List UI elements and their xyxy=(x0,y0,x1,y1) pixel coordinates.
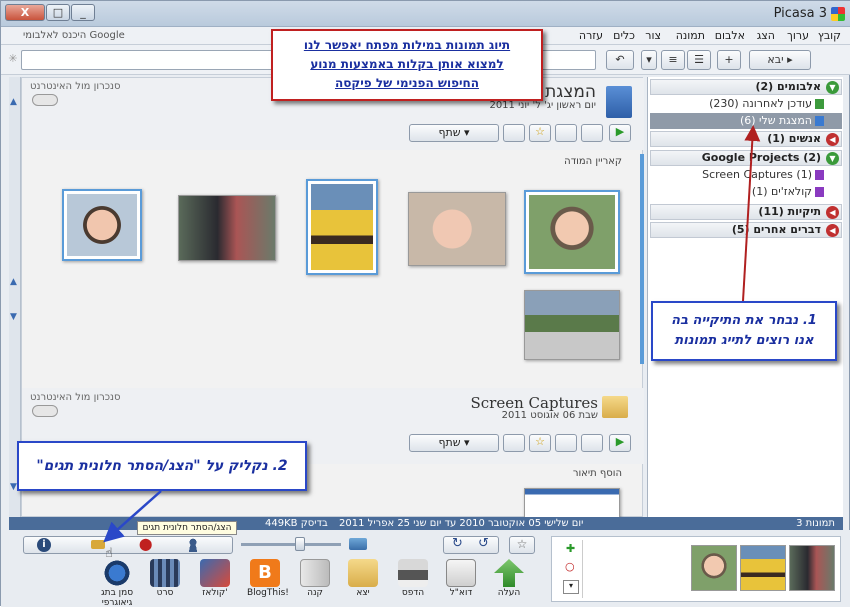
arrow-to-tag-button xyxy=(103,490,162,543)
annotation-arrows xyxy=(103,125,761,543)
picasa-window: X □ _ Picasa 3 קובץ ערוך הצג אלבום תמונה… xyxy=(0,0,850,608)
arrow-to-album xyxy=(742,125,761,302)
